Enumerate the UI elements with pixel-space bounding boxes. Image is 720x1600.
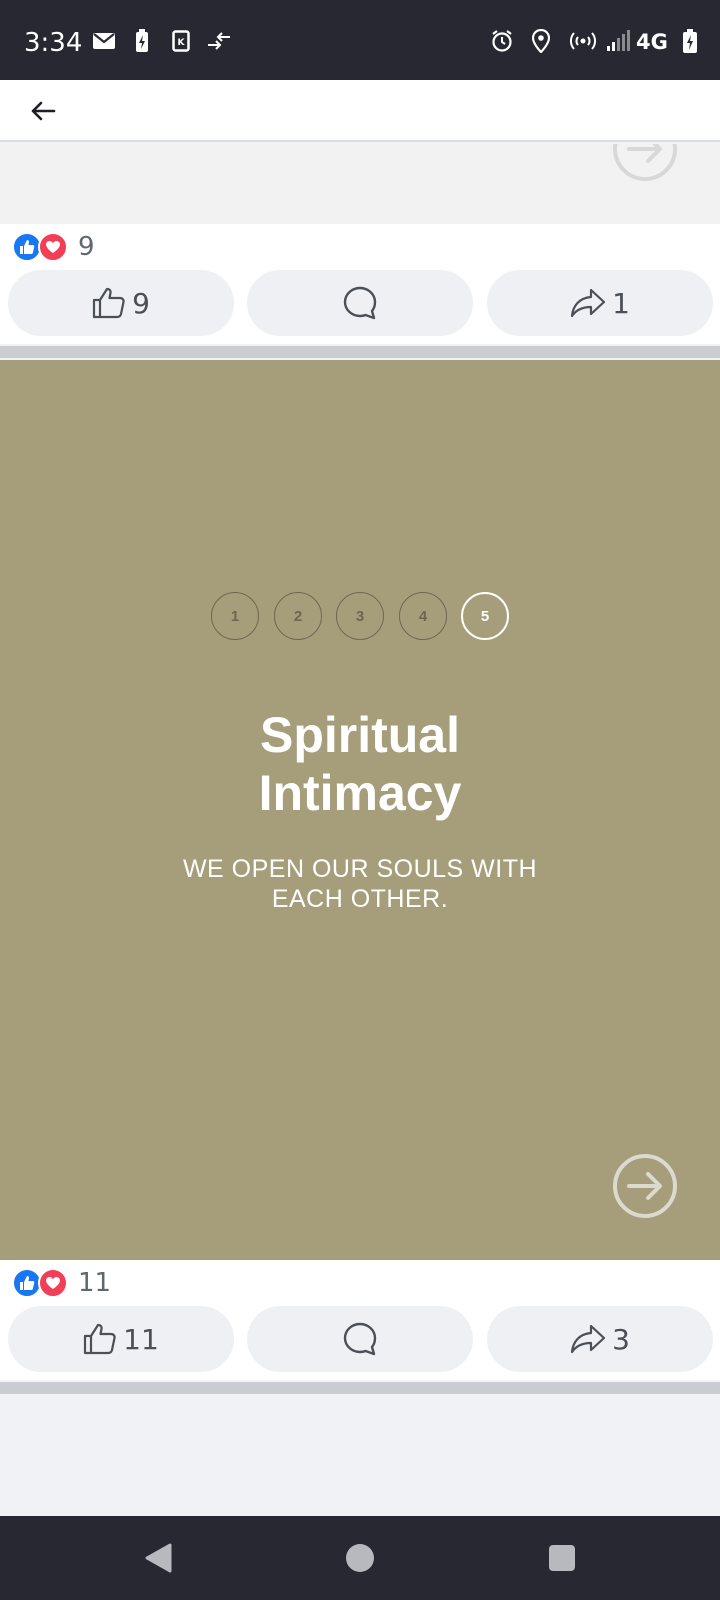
comment-button[interactable]	[247, 1306, 473, 1372]
hotspot-icon	[568, 28, 598, 54]
nav-home-button[interactable]	[340, 1538, 380, 1578]
comment-icon	[343, 1322, 377, 1356]
arrow-left-icon	[31, 101, 56, 121]
action-bar-2: 11 3	[0, 1306, 720, 1380]
card-subtitle-line-1: WE OPEN OUR SOULS WITH	[182, 855, 538, 883]
status-bar: 3:34 K 4G	[0, 0, 720, 80]
share-count: 1	[612, 286, 630, 320]
nav-back-button[interactable]	[138, 1538, 178, 1578]
back-button[interactable]	[22, 90, 64, 132]
share-count: 3	[612, 1322, 630, 1356]
reaction-icons	[10, 232, 74, 264]
reaction-count: 11	[78, 1268, 112, 1298]
feed-separator	[0, 1382, 720, 1394]
triangle-back-icon	[145, 1543, 172, 1573]
arrow-right-circle-icon	[613, 144, 677, 181]
network-type-label: 4G	[636, 30, 668, 54]
circle-home-icon	[346, 1544, 374, 1572]
keyboard-icon: K	[172, 28, 190, 54]
system-nav-bar	[0, 1516, 720, 1600]
action-bar-1: 9 1	[0, 270, 720, 344]
like-count: 11	[123, 1322, 159, 1356]
post-media-1[interactable]	[0, 144, 720, 224]
status-time: 3:34	[24, 28, 83, 58]
next-slide-button-1[interactable]	[612, 144, 678, 182]
like-button[interactable]: 9	[8, 270, 234, 336]
svg-text:K: K	[178, 38, 186, 48]
thumbs-up-icon	[84, 1323, 116, 1355]
reaction-icons	[10, 1268, 74, 1300]
battery-saver-icon	[134, 28, 150, 54]
square-recents-icon	[549, 1545, 575, 1571]
love-reaction-icon	[38, 1268, 68, 1298]
location-icon	[532, 28, 550, 54]
step-3[interactable]: 3	[336, 592, 384, 640]
comment-button[interactable]	[247, 270, 473, 336]
card-subtitle-line-2: EACH OTHER.	[271, 885, 449, 913]
step-indicator: 1 2 3 4 5	[0, 592, 720, 642]
card-title-line-2: Intimacy	[258, 765, 462, 821]
comment-icon	[343, 286, 377, 320]
card-subtitle: WE OPEN OUR SOULS WITH EACH OTHER.	[160, 854, 560, 914]
battery-icon	[682, 28, 698, 54]
share-button[interactable]: 1	[487, 270, 713, 336]
love-reaction-icon	[38, 232, 68, 262]
thumbs-up-icon	[92, 287, 125, 319]
step-1[interactable]: 1	[211, 592, 259, 640]
alarm-icon	[490, 28, 514, 54]
step-4[interactable]: 4	[399, 592, 447, 640]
reaction-summary-1[interactable]: 9	[0, 224, 720, 270]
reaction-summary-2[interactable]: 11	[0, 1260, 720, 1306]
card-title: Spiritual Intimacy	[0, 706, 720, 822]
share-icon	[570, 1324, 606, 1354]
card-title-line-1: Spiritual	[259, 707, 461, 763]
next-slide-button-2[interactable]	[612, 1153, 678, 1219]
post-media-2[interactable]: 1 2 3 4 5 Spiritual Intimacy WE OPEN OUR…	[0, 360, 720, 1260]
like-count: 9	[132, 286, 150, 320]
step-2[interactable]: 2	[274, 592, 322, 640]
feed-separator	[0, 346, 720, 358]
share-button[interactable]: 3	[487, 1306, 713, 1372]
arrow-right-circle-icon	[613, 1154, 677, 1218]
data-transfer-icon	[206, 28, 232, 54]
signal-icon	[606, 28, 632, 54]
share-icon	[570, 288, 606, 318]
reaction-count: 9	[78, 232, 95, 262]
app-header	[0, 80, 720, 142]
nav-recents-button[interactable]	[542, 1538, 582, 1578]
like-button[interactable]: 11	[8, 1306, 234, 1372]
mail-icon	[92, 28, 116, 54]
step-5-active[interactable]: 5	[461, 592, 509, 640]
